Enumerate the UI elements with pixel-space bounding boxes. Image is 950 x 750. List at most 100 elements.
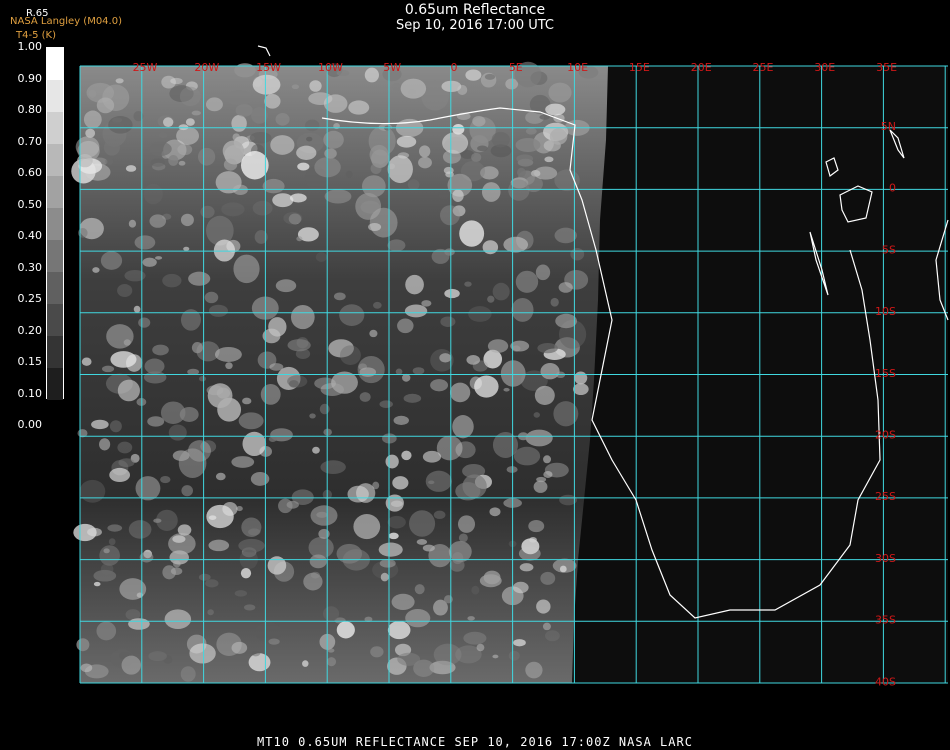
cloud-blob	[252, 200, 273, 216]
cloud-blob	[268, 638, 280, 645]
cloud-blob	[392, 476, 409, 490]
cloud-blob	[160, 401, 186, 425]
cloud-blob	[425, 470, 452, 492]
cloud-blob	[428, 543, 452, 568]
cloud-blob	[198, 376, 207, 382]
cloud-blob	[319, 403, 330, 415]
cloud-blob	[469, 376, 482, 390]
longitude-label: 20W	[194, 61, 219, 74]
latitude-label: 0	[889, 182, 896, 195]
cloud-blob	[287, 339, 311, 352]
cloud-blob	[235, 104, 253, 117]
latitude-label: 20S	[875, 429, 896, 442]
cloud-blob	[128, 520, 152, 539]
cloud-blob	[79, 479, 106, 503]
cloud-blob	[109, 420, 122, 433]
cloud-blob	[380, 572, 389, 582]
cloud-blob	[353, 514, 381, 540]
cloud-blob	[430, 349, 454, 372]
cloud-blob	[339, 304, 365, 326]
cloud-blob	[260, 384, 281, 405]
cloud-blob	[468, 306, 492, 322]
cloud-blob	[549, 128, 568, 145]
longitude-label: 15E	[629, 61, 650, 74]
cloud-blob	[324, 189, 352, 204]
cloud-blob	[518, 546, 541, 561]
cloud-blob	[388, 532, 399, 540]
cloud-blob	[472, 115, 486, 127]
cloud-blob	[125, 165, 137, 172]
cloud-blob	[545, 630, 560, 642]
cloud-blob	[238, 412, 264, 430]
cloud-blob	[149, 214, 166, 228]
cloud-blob	[231, 115, 247, 132]
cloud-blob	[369, 329, 378, 338]
cloud-blob	[392, 82, 402, 91]
cloud-blob	[513, 639, 526, 647]
cloud-blob	[438, 190, 450, 200]
cloud-blob	[264, 94, 281, 109]
cloud-blob	[314, 377, 336, 390]
cloud-blob	[248, 653, 271, 672]
cloud-blob	[286, 500, 299, 509]
cloud-blob	[537, 342, 558, 354]
cloud-blob	[191, 110, 201, 116]
cloud-blob	[397, 318, 414, 334]
longitude-label: 15W	[256, 61, 281, 74]
cloud-blob	[503, 236, 529, 253]
cloud-blob	[96, 97, 115, 114]
cloud-blob	[249, 131, 272, 144]
cloud-blob	[75, 136, 100, 158]
longitude-label: 20E	[691, 61, 712, 74]
cloud-blob	[570, 247, 585, 261]
cloud-blob	[466, 355, 481, 365]
cloud-blob	[152, 344, 169, 356]
cloud-blob	[482, 240, 499, 255]
cloud-blob	[216, 632, 242, 657]
cloud-blob	[407, 179, 420, 191]
cloud-blob	[80, 175, 87, 181]
cloud-blob	[181, 485, 193, 497]
cloud-blob	[296, 145, 317, 160]
cloud-blob	[108, 116, 133, 134]
cloud-blob	[559, 565, 567, 573]
cloud-blob	[291, 84, 300, 90]
longitude-label: 25W	[133, 61, 158, 74]
cloud-blob	[88, 89, 97, 99]
cloud-blob	[489, 507, 501, 517]
cloud-blob	[401, 450, 412, 461]
cloud-blob	[535, 264, 551, 281]
cloud-blob	[387, 239, 406, 252]
cloud-blob	[533, 412, 540, 418]
cloud-blob	[309, 413, 316, 419]
cloud-blob	[197, 147, 216, 166]
cloud-blob	[233, 254, 260, 284]
cloud-blob	[545, 103, 566, 116]
cloud-blob	[107, 524, 123, 532]
cloud-blob	[296, 236, 303, 242]
cloud-blob	[252, 74, 281, 95]
cloud-blob	[508, 650, 520, 661]
cloud-blob	[160, 475, 171, 484]
cloud-blob	[110, 351, 137, 368]
cloud-blob	[103, 548, 110, 554]
cloud-blob	[306, 136, 313, 142]
cloud-blob	[297, 162, 310, 171]
cloud-blob	[234, 63, 256, 78]
cloud-blob	[515, 270, 539, 293]
longitude-label: 5E	[509, 61, 523, 74]
cloud-blob	[418, 156, 432, 169]
cloud-blob	[99, 438, 111, 451]
cloud-blob	[204, 291, 219, 304]
cloud-blob	[444, 288, 460, 299]
cloud-blob	[138, 317, 151, 328]
cloud-blob	[529, 537, 537, 543]
cloud-blob	[225, 362, 233, 370]
cloud-blob	[272, 193, 294, 208]
cloud-blob	[458, 533, 468, 543]
cloud-blob	[467, 616, 475, 621]
cloud-blob	[242, 431, 267, 456]
cloud-blob	[207, 383, 233, 408]
cloud-blob	[459, 220, 485, 247]
cloud-blob	[397, 652, 421, 666]
